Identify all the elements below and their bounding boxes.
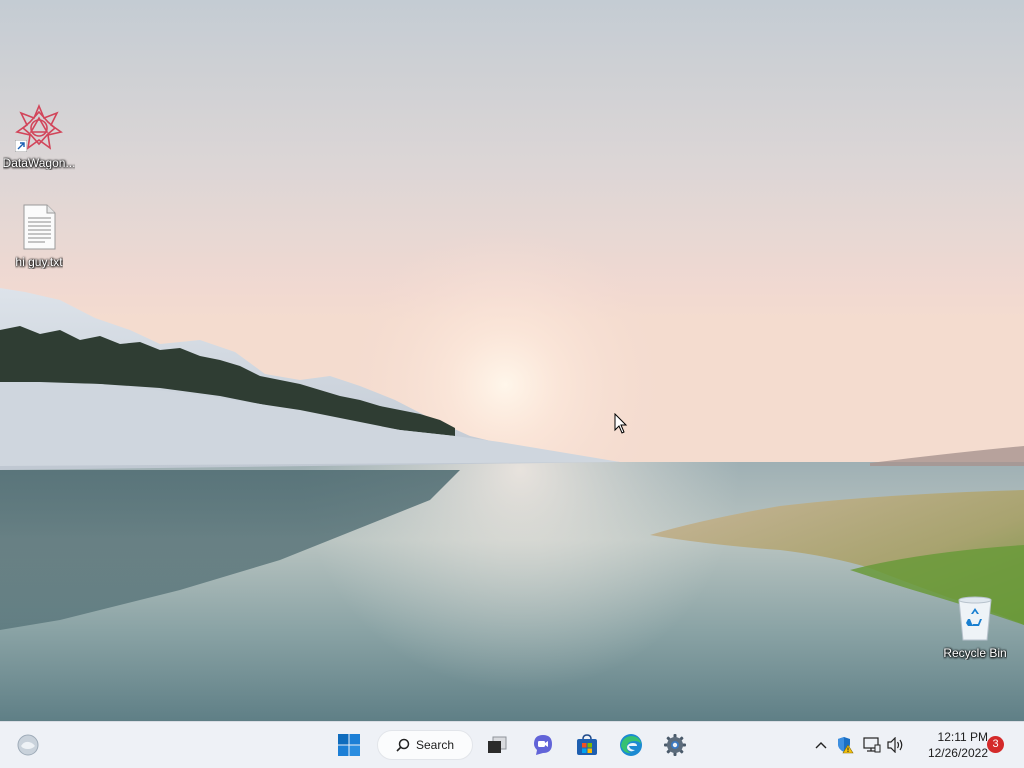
- notification-badge[interactable]: 3: [987, 736, 1004, 753]
- show-hidden-icons-button[interactable]: [811, 734, 831, 756]
- search-button[interactable]: Search: [377, 730, 473, 760]
- chat-button[interactable]: [525, 728, 561, 762]
- network-wired-icon: [863, 737, 881, 753]
- taskbar: Search 12:11 PM 12/26/2022 3: [0, 721, 1024, 768]
- recycle-bin-icon: [951, 594, 999, 642]
- desktop-icon-label: hi guy.txt: [15, 255, 63, 269]
- start-button[interactable]: [331, 728, 367, 762]
- desktop[interactable]: DataWagon... hi guy.txt Recycle Bin: [0, 0, 1024, 721]
- volume-button[interactable]: [886, 734, 906, 756]
- wallpaper: [0, 0, 1024, 721]
- edge-browser-icon: [620, 734, 642, 756]
- widgets-button[interactable]: [10, 728, 46, 762]
- shortcut-arrow-icon: [15, 140, 27, 152]
- teams-chat-icon: [534, 735, 552, 755]
- speaker-volume-icon: [887, 737, 903, 753]
- desktop-icon-datawagon[interactable]: DataWagon...: [1, 103, 77, 170]
- settings-button[interactable]: [657, 728, 693, 762]
- desktop-icon-label: Recycle Bin: [943, 646, 1007, 660]
- windows-logo-icon: [338, 734, 360, 756]
- chevron-up-icon: [815, 742, 827, 749]
- task-view-button[interactable]: [479, 728, 515, 762]
- desktop-icon-hi-guy-txt[interactable]: hi guy.txt: [1, 203, 77, 269]
- microsoft-store-button[interactable]: [569, 728, 605, 762]
- desktop-icon-label: DataWagon...: [2, 156, 76, 170]
- desktop-icon-recycle-bin[interactable]: Recycle Bin: [937, 594, 1013, 660]
- windows-security-button[interactable]: [835, 734, 855, 756]
- task-view-icon: [488, 736, 507, 753]
- mouse-pointer-icon: [614, 413, 628, 434]
- search-label: Search: [415, 738, 455, 752]
- clock-time: 12:11 PM: [937, 730, 988, 744]
- gear-icon: [664, 734, 686, 756]
- edge-browser-button[interactable]: [613, 728, 649, 762]
- clock-date: 12/26/2022: [927, 746, 988, 760]
- weather-widget-icon: [17, 734, 39, 756]
- text-file-icon: [15, 203, 63, 251]
- network-button[interactable]: [862, 734, 882, 756]
- microsoft-store-icon: [577, 734, 597, 755]
- security-shield-warning-icon: [838, 737, 854, 754]
- clock-button[interactable]: 12:11 PM 12/26/2022: [912, 729, 988, 761]
- search-icon: [396, 738, 410, 752]
- datawagon-app-icon: [15, 103, 63, 152]
